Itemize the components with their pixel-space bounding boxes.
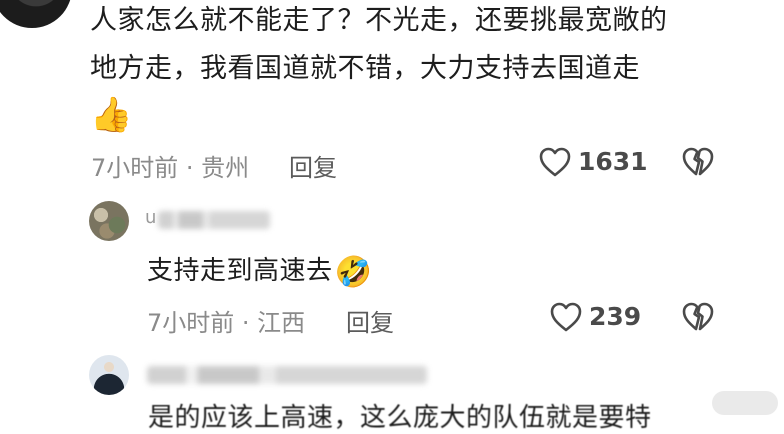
avatar[interactable]	[0, 0, 72, 28]
comment-time-location: 7小时前 · 贵州	[91, 154, 250, 182]
reply-text: 是的应该上高速，这么庞大的队伍就是要特	[148, 403, 652, 433]
username[interactable]: u	[145, 207, 156, 228]
avatar[interactable]	[89, 355, 129, 395]
reply-time-location: 7小时前 · 江西	[147, 309, 306, 337]
thumbs-up-emoji: 👍	[90, 95, 133, 135]
reply-text: 支持走到高速去🤣	[147, 250, 372, 293]
rofl-emoji: 🤣	[334, 255, 373, 290]
like-count: 239	[589, 302, 642, 331]
watermark	[712, 391, 778, 415]
comment-text-line-1: 人家怎么就不能走了？不光走，还要挑最宽敞的	[90, 5, 668, 36]
broken-heart-icon[interactable]	[681, 146, 715, 178]
avatar[interactable]	[89, 201, 129, 241]
blurred-username	[147, 366, 427, 384]
username-visible: u	[145, 207, 157, 228]
broken-heart-icon[interactable]	[681, 301, 715, 333]
comment-text-line-2: 地方走，我看国道就不错，大力支持去国道走	[90, 53, 640, 84]
reply-text-content: 支持走到高速去	[147, 256, 333, 286]
heart-outline-icon[interactable]	[549, 301, 583, 333]
reply-button[interactable]: 回复	[346, 303, 394, 338]
like-count: 1631	[578, 147, 648, 176]
reply-button[interactable]: 回复	[289, 148, 337, 183]
heart-outline-icon[interactable]	[538, 146, 572, 178]
blurred-username	[158, 211, 270, 229]
